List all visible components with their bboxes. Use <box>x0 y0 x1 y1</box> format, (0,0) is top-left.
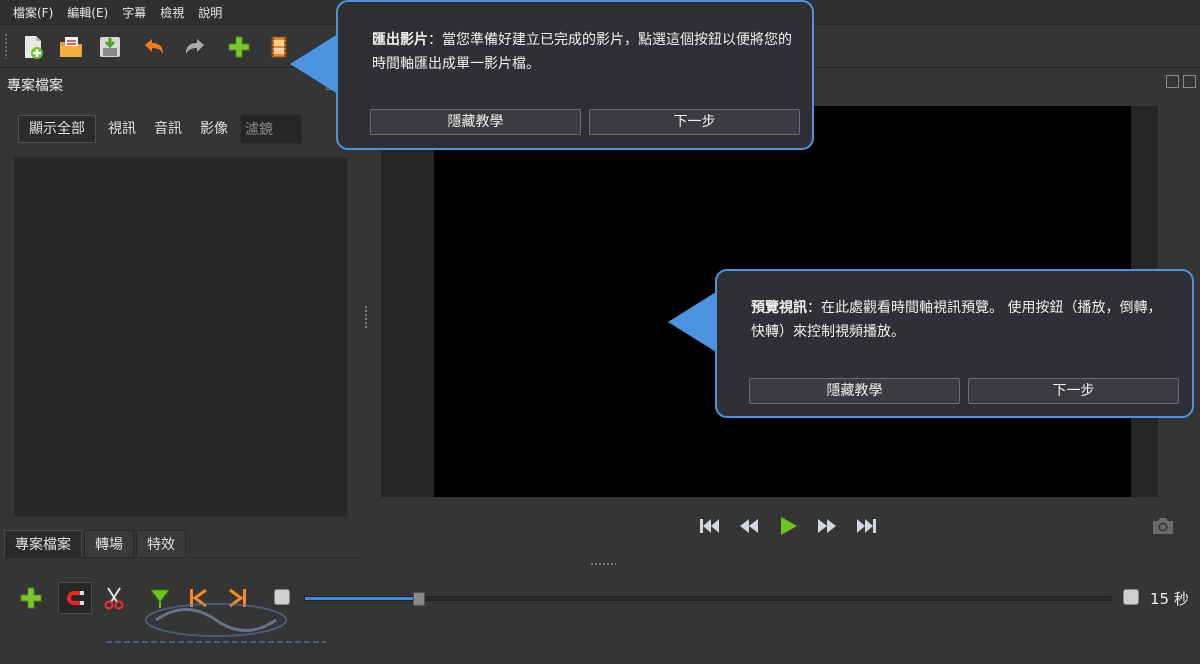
menu-edit[interactable]: 編輯(E) <box>60 4 115 21</box>
filter-image-button[interactable]: 影像 <box>194 116 234 142</box>
dock-close-icon[interactable] <box>1183 75 1196 88</box>
magnet-snap-icon <box>61 584 89 612</box>
save-project-icon[interactable] <box>95 32 125 62</box>
filter-bar: 顯示全部 視訊 音訊 影像 濾鏡 <box>18 114 302 144</box>
rewind-icon[interactable] <box>737 514 761 538</box>
undo-icon[interactable] <box>139 32 169 62</box>
export-next-step-button[interactable]: 下一步 <box>589 109 800 135</box>
new-project-icon[interactable] <box>18 32 48 62</box>
project-files-list[interactable] <box>14 157 348 517</box>
camera-icon[interactable] <box>1150 514 1176 538</box>
play-icon[interactable] <box>776 514 800 538</box>
preview-tip-text: 預覽視訊：在此處觀看時間軸視訊預覽。 使用按鈕（播放，倒轉，快轉）來控制視頻播放… <box>751 296 1171 344</box>
open-project-icon[interactable] <box>56 32 86 62</box>
tab-project-files[interactable]: 專案檔案 <box>4 530 82 557</box>
panel-tabs: 專案檔案 轉場 特效 <box>4 530 188 558</box>
export-hide-tutorial-button[interactable]: 隱藏教學 <box>370 109 581 135</box>
filter-audio-button[interactable]: 音訊 <box>148 116 188 142</box>
preview-next-step-button[interactable]: 下一步 <box>968 378 1179 404</box>
project-files-title: 專案檔案 <box>7 78 63 94</box>
horizontal-splitter-handle[interactable] <box>590 562 616 566</box>
dock-float-icon[interactable] <box>1166 75 1179 88</box>
tab-transitions[interactable]: 轉場 <box>84 530 134 557</box>
menu-help[interactable]: 說明 <box>191 4 229 21</box>
watermark-logo <box>106 603 326 643</box>
add-track-icon[interactable] <box>17 584 45 612</box>
jump-end-icon[interactable] <box>854 514 878 538</box>
vertical-splitter-handle[interactable] <box>364 305 368 329</box>
export-tip-text: 匯出影片：當您準備好建立已完成的影片，點選這個按鈕以便將您的時間軸匯出成單一影片… <box>372 28 792 76</box>
export-tip-pointer <box>290 34 338 94</box>
tabs-divider <box>4 557 360 558</box>
export-tutorial-popup: 匯出影片：當您準備好建立已完成的影片，點選這個按鈕以便將您的時間軸匯出成單一影片… <box>336 0 814 150</box>
preview-tip-title: 預覽視訊 <box>751 300 807 316</box>
filter-show-all-button[interactable]: 顯示全部 <box>18 115 96 143</box>
export-tip-body: ：當您準備好建立已完成的影片，點選這個按鈕以便將您的時間軸匯出成單一影片檔。 <box>372 32 792 72</box>
timeline-zoom-slider[interactable] <box>304 592 1112 606</box>
preview-tutorial-popup: 預覽視訊：在此處觀看時間軸視訊預覽。 使用按鈕（播放，倒轉，快轉）來控制視頻播放… <box>715 269 1194 418</box>
menu-title[interactable]: 字幕 <box>115 4 153 21</box>
filter-input[interactable]: 濾鏡 <box>240 114 302 144</box>
zoom-slider-handle[interactable] <box>412 592 425 606</box>
fast-forward-icon[interactable] <box>815 514 839 538</box>
jump-start-icon[interactable] <box>698 514 722 538</box>
preview-dock-controls <box>1166 75 1196 88</box>
menu-file[interactable]: 檔案(F) <box>6 4 60 21</box>
zoom-scale-label: 15 秒 <box>1150 590 1189 608</box>
export-tip-title: 匯出影片 <box>372 32 428 48</box>
filter-video-button[interactable]: 視訊 <box>102 116 142 142</box>
redo-icon[interactable] <box>180 32 210 62</box>
toolbar-grip[interactable] <box>4 33 8 59</box>
menu-view[interactable]: 檢視 <box>153 4 191 21</box>
preview-tip-body: ：在此處觀看時間軸視訊預覽。 使用按鈕（播放，倒轉，快轉）來控制視頻播放。 <box>751 300 1162 340</box>
zoom-in-icon[interactable] <box>1123 589 1139 605</box>
preview-tip-pointer <box>668 292 716 352</box>
tab-effects[interactable]: 特效 <box>136 530 186 557</box>
import-files-icon[interactable] <box>224 32 254 62</box>
preview-hide-tutorial-button[interactable]: 隱藏教學 <box>749 378 960 404</box>
